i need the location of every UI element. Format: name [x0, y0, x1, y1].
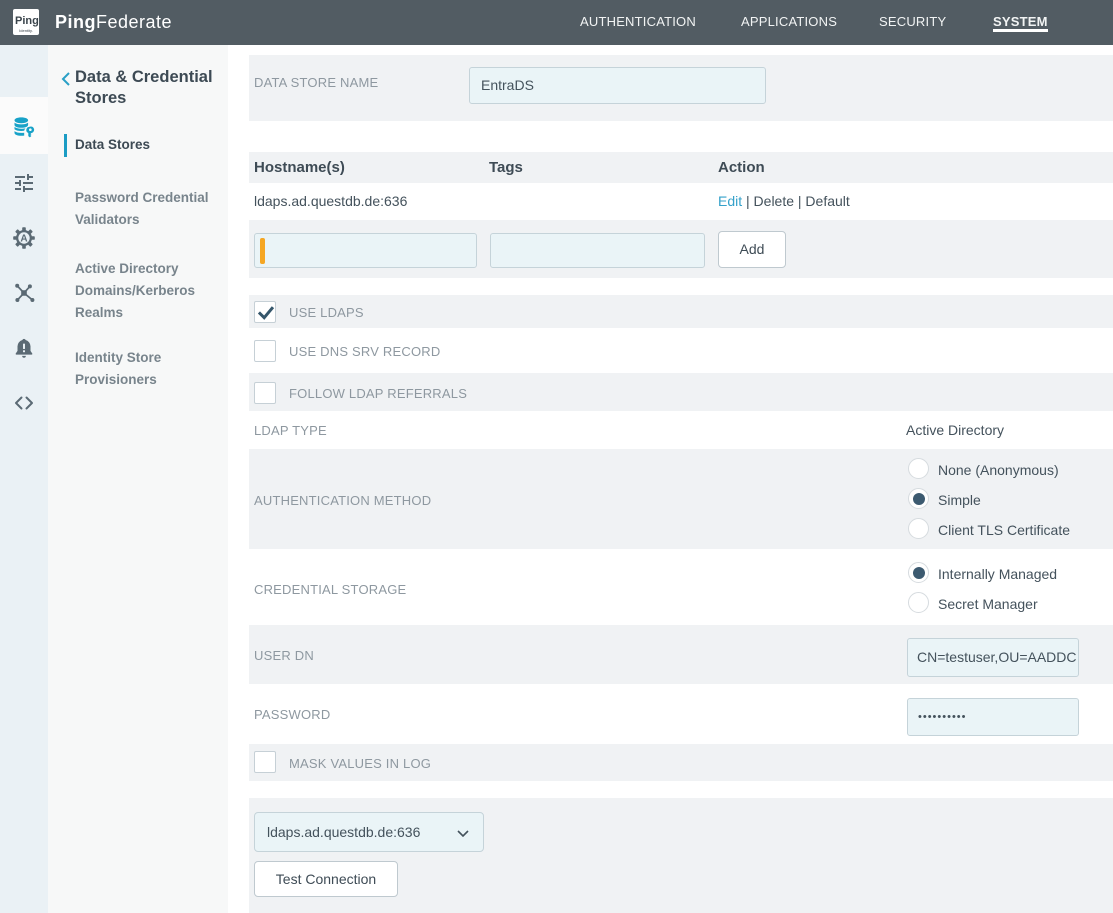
svg-text:A: A	[20, 234, 27, 245]
